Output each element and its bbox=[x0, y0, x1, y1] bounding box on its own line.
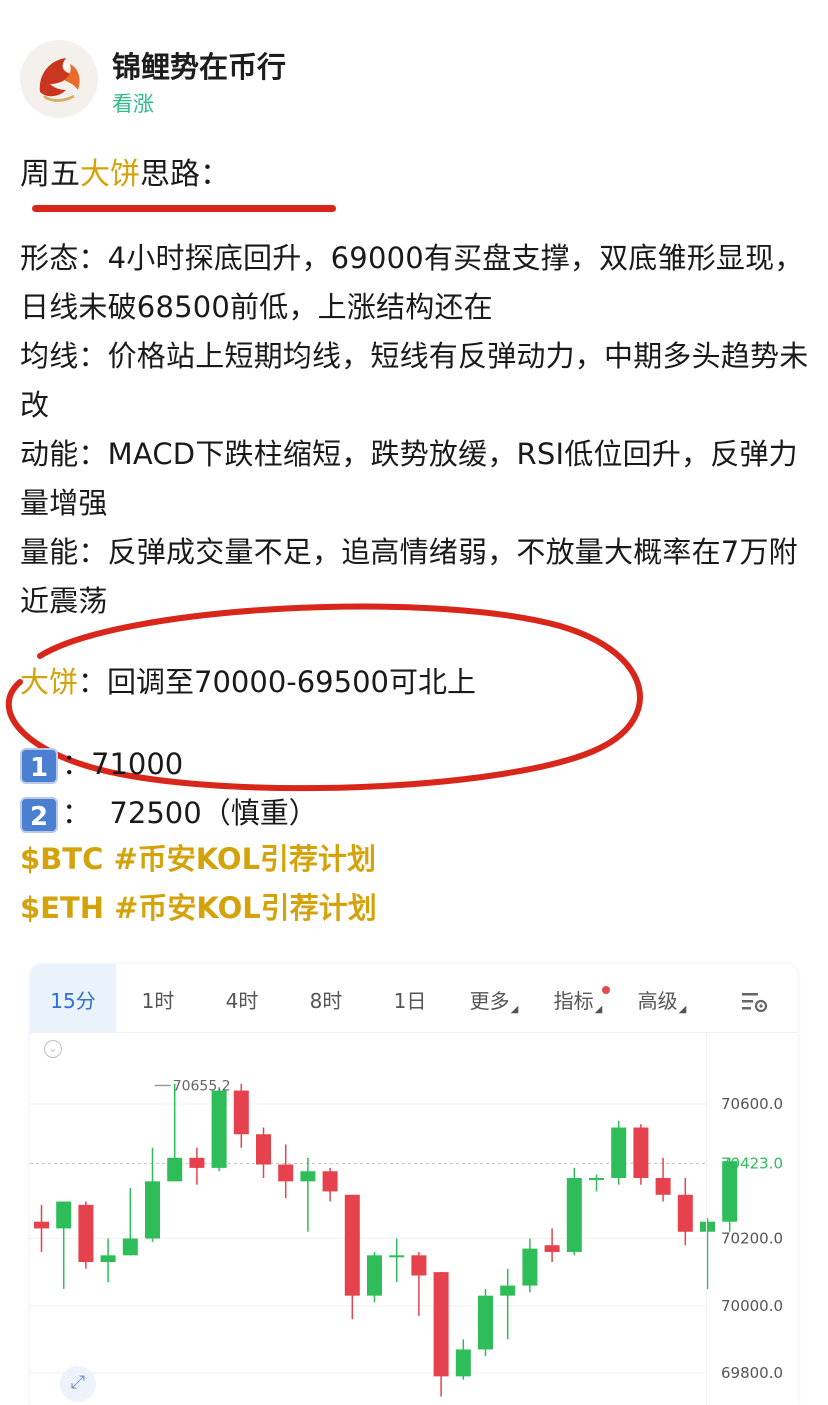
candle-body bbox=[389, 1255, 405, 1258]
target-text: ： 72500（慎重） bbox=[62, 796, 318, 830]
candle-body bbox=[122, 1238, 138, 1256]
post-body: 形态：4小时探底回升，69000有买盘支撑，双底雏形显现，日线未破68500前低… bbox=[20, 234, 815, 626]
candle-body bbox=[211, 1090, 227, 1168]
keycap-2-icon: 2 bbox=[20, 797, 58, 833]
keycap-1-icon: 1 bbox=[20, 748, 58, 784]
tab-advanced-label: 高级 bbox=[637, 989, 678, 1013]
tab-1h[interactable]: 1时 bbox=[116, 964, 200, 1032]
tab-more-label: 更多 bbox=[469, 989, 510, 1013]
candle-body bbox=[455, 1349, 471, 1377]
candle-body bbox=[367, 1255, 382, 1296]
candle-body bbox=[278, 1164, 294, 1182]
candle-body bbox=[78, 1204, 94, 1263]
title-suffix: 思路： bbox=[140, 157, 230, 192]
price-axis-divider bbox=[706, 1032, 707, 1405]
title-prefix: 周五 bbox=[20, 157, 80, 192]
post-title: 周五大饼思路： bbox=[20, 150, 230, 200]
paragraph-momentum: 动能：MACD下跌柱缩短，跌势放缓，RSI低位回升，反弹力量增强 bbox=[20, 437, 798, 520]
candle-body bbox=[34, 1221, 49, 1229]
author-name[interactable]: 锦鲤势在币行 bbox=[112, 44, 286, 86]
hashtag-eth[interactable]: $ETH #币安KOL引荐计划 bbox=[20, 884, 377, 933]
price-tick-label: 70000.0 bbox=[721, 1297, 783, 1315]
candle-body bbox=[411, 1255, 427, 1276]
candle-body bbox=[611, 1127, 627, 1178]
paragraph-pattern: 形态：4小时探底回升，69000有买盘支撑，双底雏形显现，日线未破68500前低… bbox=[20, 241, 804, 324]
plan-label: 大饼 bbox=[20, 665, 79, 699]
candle-body bbox=[300, 1171, 316, 1182]
avatar[interactable] bbox=[20, 40, 98, 118]
candle-body bbox=[478, 1295, 493, 1350]
triangle-down-icon: ◢ bbox=[678, 1004, 687, 1015]
triangle-down-icon: ◢ bbox=[510, 1004, 519, 1015]
candle-body bbox=[322, 1171, 338, 1192]
tab-1d[interactable]: 1日 bbox=[368, 964, 452, 1032]
candle-body bbox=[655, 1177, 671, 1195]
trade-plan: 大饼：回调至70000-69500可北上 bbox=[20, 658, 476, 707]
candle-body bbox=[100, 1255, 116, 1263]
price-tick-label: 69800.0 bbox=[721, 1364, 783, 1382]
candle-body bbox=[700, 1221, 715, 1232]
hashtag-list: $BTC #币安KOL引荐计划 $ETH #币安KOL引荐计划 bbox=[20, 835, 377, 933]
post-header: 锦鲤势在币行 看涨 bbox=[20, 40, 808, 120]
hashtag-btc[interactable]: $BTC #币安KOL引荐计划 bbox=[20, 835, 377, 884]
candle-body bbox=[566, 1177, 582, 1252]
candle-body bbox=[56, 1201, 72, 1229]
candle-body bbox=[433, 1272, 449, 1377]
target-item: 1 ：71000 bbox=[20, 740, 318, 789]
candle-body bbox=[544, 1245, 560, 1252]
candle-body bbox=[145, 1181, 160, 1239]
plan-text: ：回调至70000-69500可北上 bbox=[78, 665, 476, 699]
title-highlight: 大饼 bbox=[80, 157, 140, 192]
red-underline-annotation bbox=[32, 205, 336, 212]
candles-group: 70655.2 bbox=[34, 1078, 738, 1397]
sentiment-label: 看涨 bbox=[112, 92, 154, 116]
high-marker-label: 70655.2 bbox=[173, 1078, 231, 1094]
target-list: 1 ：71000 2： 72500（慎重） bbox=[20, 740, 318, 838]
tab-advanced[interactable]: 高级◢ bbox=[620, 964, 704, 1032]
candle-body bbox=[189, 1157, 205, 1168]
candle-body bbox=[167, 1157, 183, 1182]
candle-body bbox=[522, 1248, 538, 1286]
notification-dot-icon bbox=[602, 986, 610, 994]
last-price-label: 70423.0 bbox=[721, 1155, 783, 1173]
price-axis: 70600.0 70200.0 70000.0 69800.0 70423.0 bbox=[721, 1095, 783, 1382]
chart-settings-button[interactable] bbox=[720, 964, 790, 1032]
candle-body bbox=[633, 1127, 649, 1178]
tab-more[interactable]: 更多◢ bbox=[452, 964, 536, 1032]
chart-settings-icon bbox=[742, 993, 768, 1013]
koi-logo-icon bbox=[22, 42, 96, 116]
candle-body bbox=[677, 1194, 693, 1232]
tab-indicators[interactable]: 指标◢ bbox=[536, 964, 620, 1032]
fullscreen-expand-icon[interactable]: ⤢ bbox=[60, 1366, 96, 1402]
price-tick-label: 70200.0 bbox=[721, 1230, 783, 1248]
tab-8h[interactable]: 8时 bbox=[284, 964, 368, 1032]
candle-body bbox=[233, 1090, 249, 1135]
target-item: 2： 72500（慎重） bbox=[20, 789, 318, 838]
tab-15m[interactable]: 15分 bbox=[30, 964, 116, 1032]
candlestick-plot: 70655.2 70600.0 70200.0 70000.0 69800.0 7042… bbox=[30, 1078, 783, 1397]
tab-4h[interactable]: 4时 bbox=[200, 964, 284, 1032]
paragraph-moving-average: 均线：价格站上短期均线，短线有反弹动力，中期多头趋势未改 bbox=[20, 339, 809, 422]
candle-body bbox=[344, 1194, 360, 1296]
interval-tabbar: 15分 1时 4时 8时 1日 更多◢ 指标◢ 高级◢ bbox=[30, 964, 798, 1033]
price-tick-label: 70600.0 bbox=[721, 1095, 783, 1113]
candle-body bbox=[500, 1285, 516, 1296]
target-text: ：71000 bbox=[62, 747, 184, 781]
triangle-down-icon: ◢ bbox=[594, 1004, 603, 1015]
candle-body bbox=[256, 1134, 271, 1165]
candle-body bbox=[589, 1177, 604, 1180]
kline-chart-card: 15分 1时 4时 8时 1日 更多◢ 指标◢ 高级◢ ⌄ 70655.2 70… bbox=[30, 964, 798, 1405]
tab-indicators-label: 指标 bbox=[553, 989, 594, 1013]
